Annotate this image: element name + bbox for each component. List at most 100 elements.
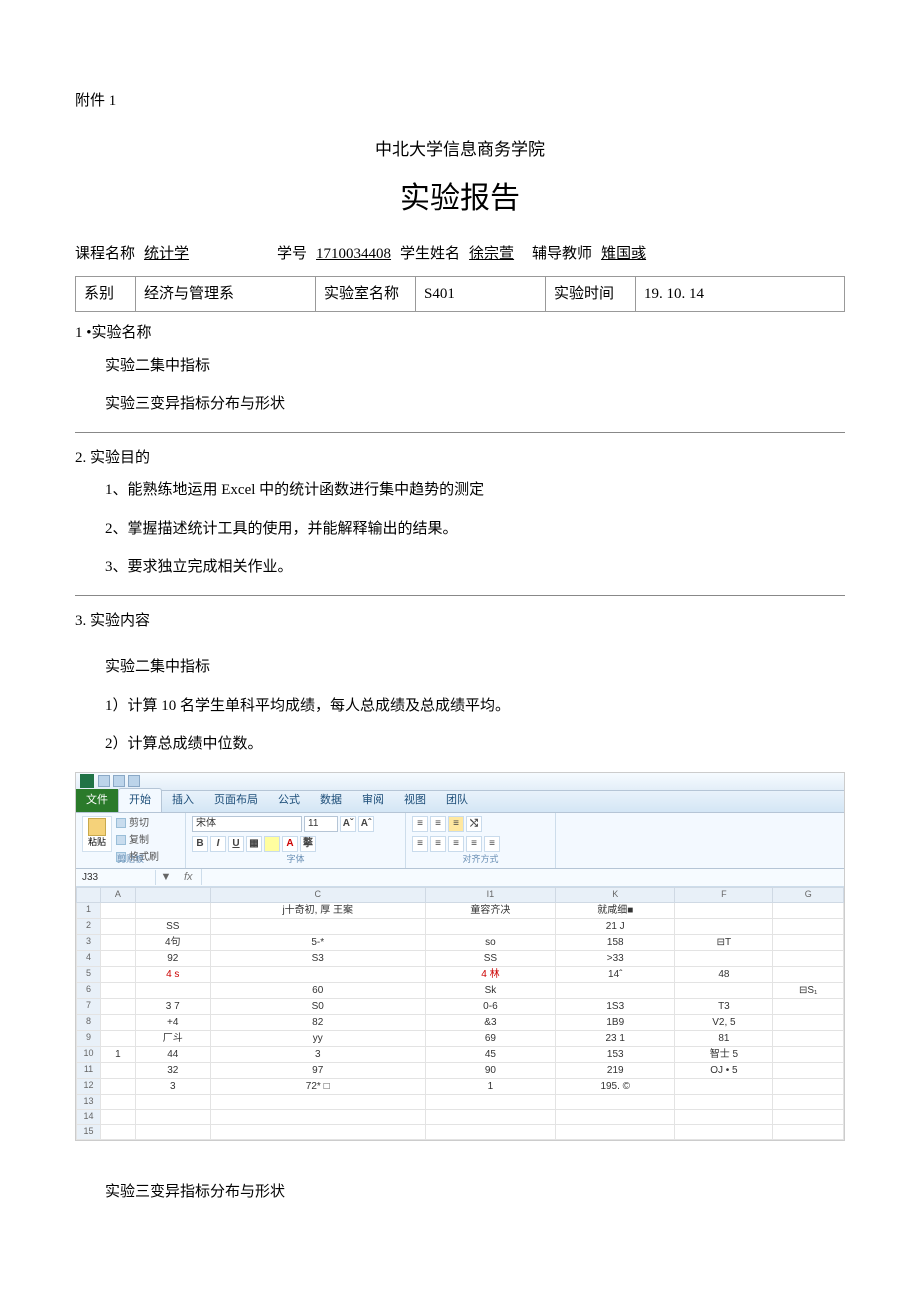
cell[interactable] [135,1124,210,1139]
column-header[interactable]: K [556,887,675,902]
cell[interactable] [675,1094,773,1109]
cell[interactable]: yy [210,1030,425,1046]
cell[interactable] [101,918,136,934]
cell[interactable] [675,1124,773,1139]
cell[interactable]: Sk [425,982,555,998]
cell[interactable]: ⊟T [675,934,773,950]
cell[interactable] [101,1062,136,1078]
fx-label[interactable]: fx [176,869,202,886]
cell[interactable]: 4 s [135,966,210,982]
cell[interactable] [135,1109,210,1124]
cell[interactable] [101,1014,136,1030]
tab-review[interactable]: 审阅 [352,789,394,812]
cell[interactable] [210,918,425,934]
cell[interactable] [425,1109,555,1124]
cell[interactable] [135,1094,210,1109]
cell[interactable]: 45 [425,1046,555,1062]
cell[interactable] [101,1030,136,1046]
cell[interactable] [773,918,844,934]
cell[interactable]: 1S3 [556,998,675,1014]
cell[interactable] [101,1094,136,1109]
row-header[interactable]: 12 [77,1078,101,1094]
cell[interactable]: 90 [425,1062,555,1078]
cell[interactable]: 3 [210,1046,425,1062]
row-header[interactable]: 10 [77,1046,101,1062]
cell[interactable]: 32 [135,1062,210,1078]
spreadsheet-grid[interactable]: ACI1KFG 1j十奇初, 厚 王案童容齐决就咸细■2SS21 J34句5-*… [76,887,844,1140]
cell[interactable] [773,1046,844,1062]
cell[interactable] [773,1078,844,1094]
cell[interactable] [773,950,844,966]
cell[interactable] [101,1124,136,1139]
align-right-button[interactable]: ≡ [448,836,464,852]
cell[interactable] [210,966,425,982]
cell[interactable]: 3 7 [135,998,210,1014]
cell[interactable]: 就咸细■ [556,902,675,918]
cell[interactable] [101,982,136,998]
cell[interactable] [556,1124,675,1139]
tab-insert[interactable]: 插入 [162,789,204,812]
cell[interactable] [425,918,555,934]
tab-view[interactable]: 视图 [394,789,436,812]
cell[interactable]: 81 [675,1030,773,1046]
cell[interactable]: 智士 5 [675,1046,773,1062]
align-middle-button[interactable]: ≡ [430,816,446,832]
copy-button[interactable]: 复制 [116,833,159,848]
cell[interactable] [210,1094,425,1109]
cell[interactable] [675,950,773,966]
cell[interactable] [135,982,210,998]
align-top-button[interactable]: ≡ [412,816,428,832]
cell[interactable] [773,1094,844,1109]
row-header[interactable]: 1 [77,902,101,918]
column-header[interactable]: F [675,887,773,902]
cell[interactable] [101,1109,136,1124]
cell[interactable] [556,1094,675,1109]
cell[interactable] [773,966,844,982]
row-header[interactable]: 4 [77,950,101,966]
cell[interactable]: 82 [210,1014,425,1030]
cell[interactable] [773,998,844,1014]
cell[interactable] [101,998,136,1014]
cell[interactable] [773,1124,844,1139]
cell[interactable]: +4 [135,1014,210,1030]
column-header[interactable]: A [101,887,136,902]
cell[interactable]: S3 [210,950,425,966]
cell[interactable]: T3 [675,998,773,1014]
cell[interactable]: 153 [556,1046,675,1062]
cell[interactable] [675,982,773,998]
cell[interactable]: 69 [425,1030,555,1046]
cell[interactable]: 219 [556,1062,675,1078]
row-header[interactable]: 13 [77,1094,101,1109]
cell[interactable] [773,1109,844,1124]
tab-formulas[interactable]: 公式 [268,789,310,812]
underline-button[interactable]: U [228,836,244,852]
row-header[interactable]: 5 [77,966,101,982]
tab-layout[interactable]: 页面布局 [204,789,268,812]
column-header[interactable]: G [773,887,844,902]
cell[interactable]: 1 [425,1078,555,1094]
column-header[interactable]: C [210,887,425,902]
cell[interactable] [210,1109,425,1124]
cell[interactable]: SS [425,950,555,966]
cell[interactable]: 厂斗 [135,1030,210,1046]
cell[interactable] [101,934,136,950]
tab-team[interactable]: 团队 [436,789,478,812]
cell[interactable]: V2, 5 [675,1014,773,1030]
cell[interactable] [210,1124,425,1139]
name-box[interactable]: J33 [76,870,156,885]
cell[interactable] [773,934,844,950]
row-header[interactable]: 6 [77,982,101,998]
cell[interactable]: >33 [556,950,675,966]
column-header[interactable]: I1 [425,887,555,902]
cell[interactable]: ⊟S₁ [773,982,844,998]
column-header[interactable] [77,887,101,902]
tab-home[interactable]: 开始 [118,788,162,812]
fill-color-button[interactable] [264,836,280,852]
row-header[interactable]: 8 [77,1014,101,1030]
cell[interactable] [675,902,773,918]
shrink-font-button[interactable]: Aˆ [358,816,374,832]
cell[interactable] [101,1078,136,1094]
cell[interactable]: 72* □ [210,1078,425,1094]
orientation-button[interactable]: ⤭ [466,816,482,832]
cell[interactable] [101,902,136,918]
